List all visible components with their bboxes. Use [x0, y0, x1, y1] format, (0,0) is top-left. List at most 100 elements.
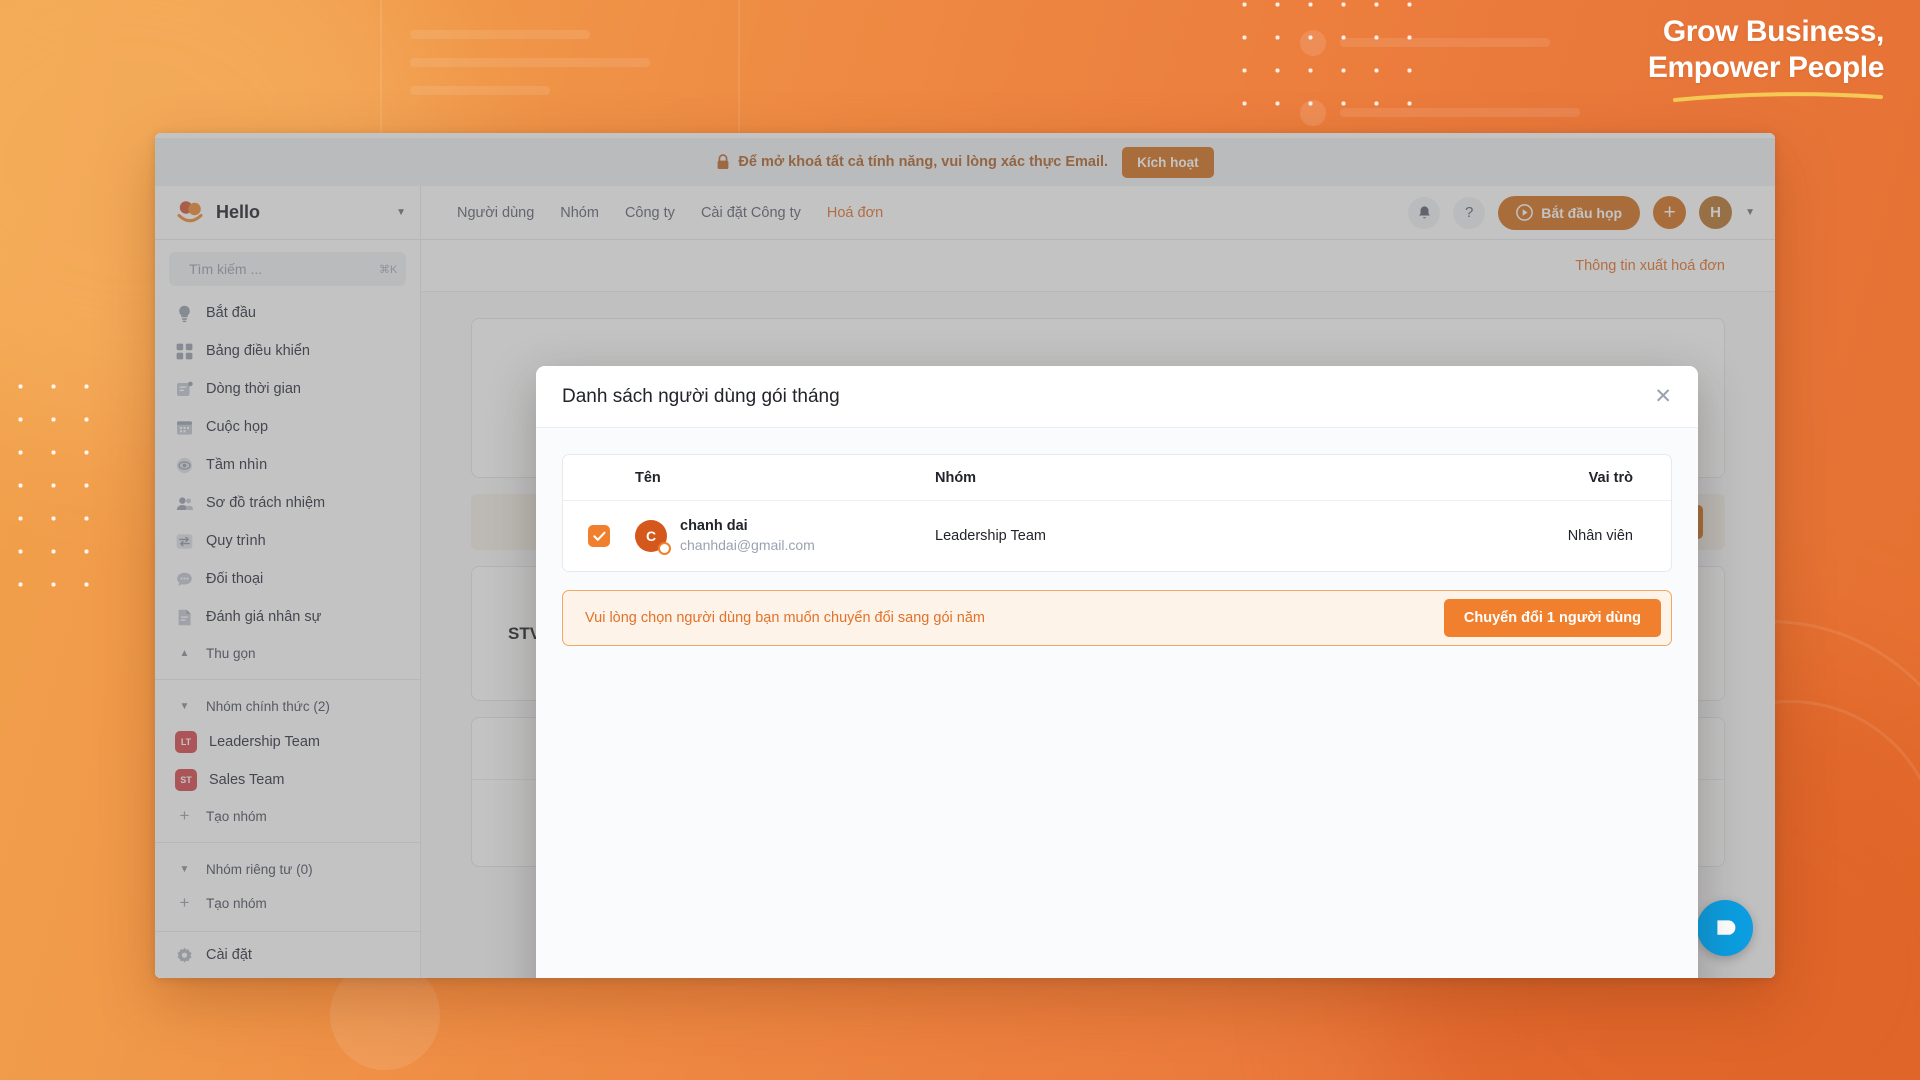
modal-title: Danh sách người dùng gói tháng [562, 385, 840, 407]
timeline-icon [177, 381, 193, 396]
sidebar-item-label: Sơ đồ trách nhiệm [206, 495, 326, 511]
official-groups-header[interactable]: ▼ Nhóm chính thức (2) [155, 689, 420, 723]
private-groups-header[interactable]: ▼ Nhóm riêng tư (0) [155, 852, 420, 886]
brand-chevron-down-icon[interactable]: ▼ [396, 207, 406, 218]
start-meeting-button[interactable]: Bắt đầu họp [1498, 195, 1641, 230]
nav-item-company[interactable]: Công ty [625, 205, 675, 221]
verification-text: Để mở khoá tất cả tính năng, vui lòng xá… [738, 154, 1109, 170]
create-group-label: Tạo nhóm [206, 808, 267, 824]
play-circle-icon [1516, 204, 1534, 221]
create-group-label: Tạo nhóm [206, 895, 267, 911]
chat-launcher-button[interactable] [1697, 900, 1753, 956]
nav-item-groups[interactable]: Nhóm [560, 205, 599, 221]
sidebar-group-leadership-team[interactable]: LT Leadership Team [155, 723, 420, 761]
column-name-header: Tên [635, 469, 661, 486]
sidebar-item-vision[interactable]: Tầm nhìn [155, 446, 420, 484]
dashboard-icon [176, 343, 193, 359]
selection-notice-text: Vui lòng chọn người dùng bạn muốn chuyển… [585, 610, 985, 626]
avatar-status-badge-icon [658, 542, 671, 555]
sidebar-item-conversations[interactable]: Đối thoại [155, 560, 420, 598]
decorative-dot-grid-top [1228, 0, 1428, 118]
sidebar-item-process[interactable]: Quy trình [155, 522, 420, 560]
lightbulb-icon [179, 305, 190, 322]
notifications-button[interactable] [1408, 196, 1441, 229]
bell-icon [1418, 205, 1430, 218]
sidebar-item-label: Bảng điều khiển [206, 343, 310, 359]
row-name-cell: C chanh dai chanhdai@gmail.com [635, 517, 935, 555]
group-badge-icon: ST [175, 769, 197, 791]
chat-icon [177, 572, 192, 586]
brand-area[interactable]: Hello ▼ [155, 186, 421, 239]
sidebar-item-label: Tầm nhìn [206, 457, 268, 473]
table-row[interactable]: C chanh dai chanhdai@gmail.com Leadershi… [563, 501, 1671, 571]
nav-item-invoices[interactable]: Hoá đơn [827, 205, 883, 221]
monthly-plan-users-modal: Danh sách người dùng gói tháng ✕ Tên Nhó… [536, 366, 1698, 978]
plus-icon: + [179, 806, 190, 825]
sidebar-item-timeline[interactable]: Dòng thời gian [155, 370, 420, 408]
avatar[interactable]: H [1699, 196, 1733, 229]
chevron-down-icon: ▼ [179, 700, 190, 712]
process-icon [176, 533, 193, 549]
row-checkbox-cell [563, 525, 635, 547]
modal-header: Danh sách người dùng gói tháng ✕ [536, 366, 1698, 428]
plus-icon: + [179, 893, 190, 912]
nav-item-users[interactable]: Người dùng [457, 205, 534, 221]
tab-invoice-info[interactable]: Thông tin xuất hoá đơn [1575, 258, 1725, 274]
activate-button[interactable]: Kích hoạt [1122, 146, 1214, 178]
hero-line-2: Empower People [1647, 51, 1885, 84]
check-icon [592, 531, 605, 541]
org-chart-icon [176, 496, 193, 510]
close-icon[interactable]: ✕ [1654, 386, 1672, 407]
column-role-header: Vai trò [1588, 469, 1633, 486]
sidebar-item-settings[interactable]: Cài đặt [155, 931, 420, 978]
create-private-group-button[interactable]: + Tạo nhóm [155, 886, 420, 920]
hero-underline-icon [1673, 92, 1883, 102]
sidebar-item-label: Bắt đầu [206, 305, 256, 321]
top-bar: Hello ▼ Người dùng Nhóm Công ty Cài đặt … [155, 186, 1775, 240]
verification-message: Để mở khoá tất cả tính năng, vui lòng xá… [716, 154, 1108, 170]
email-verification-banner: Để mở khoá tất cả tính năng, vui lòng xá… [155, 138, 1775, 186]
calendar-icon [177, 420, 192, 435]
gear-icon [177, 947, 192, 963]
convert-users-button[interactable]: Chuyển đổi 1 người dùng [1443, 599, 1661, 637]
user-cell: C chanh dai chanhdai@gmail.com [635, 517, 935, 555]
sidebar-item-get-started[interactable]: Bắt đầu [155, 294, 420, 332]
sidebar-item-performance-review[interactable]: Đánh giá nhân sự [155, 598, 420, 636]
sidebar-collapse-toggle[interactable]: ▲ Thu gọn [155, 636, 420, 670]
search-box[interactable]: ⌘K [169, 252, 406, 286]
top-bar-actions: ? Bắt đầu họp + H ▼ [1408, 195, 1775, 230]
sidebar-item-dashboard[interactable]: Bảng điều khiển [155, 332, 420, 370]
group-badge-icon: LT [175, 731, 197, 753]
background-ghost-line-1 [410, 30, 590, 39]
row-checkbox[interactable] [588, 525, 610, 547]
avatar-initial: C [645, 528, 657, 544]
search-input[interactable] [189, 261, 370, 277]
group-label: Leadership Team [209, 734, 320, 750]
sidebar-collapse-label: Thu gọn [206, 645, 256, 661]
user-email: chanhdai@gmail.com [680, 537, 815, 553]
chevron-up-icon: ▲ [179, 647, 190, 659]
help-button[interactable]: ? [1453, 196, 1486, 229]
create-official-group-button[interactable]: + Tạo nhóm [155, 799, 420, 833]
settings-label: Cài đặt [206, 947, 252, 963]
user-name: chanh dai [680, 518, 748, 534]
selection-notice-bar: Vui lòng chọn người dùng bạn muốn chuyển… [562, 590, 1672, 646]
avatar-chevron-down-icon[interactable]: ▼ [1745, 207, 1755, 218]
modal-body: Tên Nhóm Vai trò C chanh dai chanhdai@gm… [536, 428, 1698, 978]
sidebar-item-org-chart[interactable]: Sơ đồ trách nhiệm [155, 484, 420, 522]
background-ghost-line-2 [410, 58, 650, 67]
group-label: Sales Team [209, 772, 285, 788]
content-tabs: Thông tin xuất hoá đơn [421, 240, 1775, 292]
start-meeting-label: Bắt đầu họp [1541, 204, 1623, 221]
user-avatar: C [635, 520, 671, 555]
sidebar-item-label: Cuộc họp [206, 419, 269, 435]
app-window: Để mở khoá tất cả tính năng, vui lòng xá… [155, 133, 1775, 978]
row-role-cell: Nhân viên [1567, 528, 1633, 544]
eye-icon [176, 457, 193, 473]
brand-name: Hello [216, 202, 261, 222]
sidebar-group-sales-team[interactable]: ST Sales Team [155, 761, 420, 799]
private-groups-label: Nhóm riêng tư (0) [206, 861, 313, 877]
nav-item-company-settings[interactable]: Cài đặt Công ty [701, 205, 801, 221]
sidebar-item-meetings[interactable]: Cuộc họp [155, 408, 420, 446]
add-button[interactable]: + [1653, 196, 1687, 229]
